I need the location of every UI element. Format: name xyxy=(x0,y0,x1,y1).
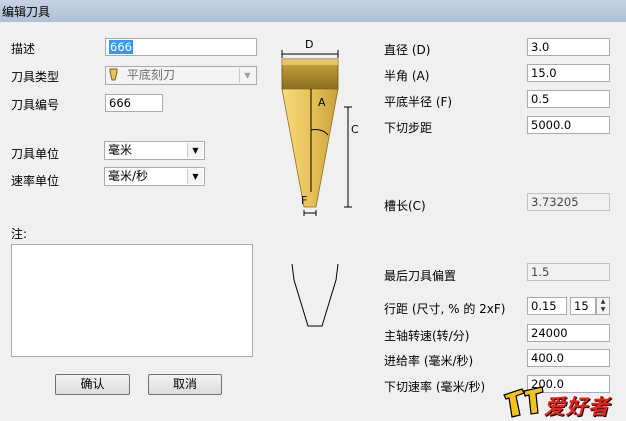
stepover-spinner[interactable]: ▲ ▼ xyxy=(596,297,610,315)
tool-type-value: 平底刻刀 xyxy=(126,68,175,82)
tool-cutting-body xyxy=(281,88,339,208)
plunge-step-input[interactable]: 5000.0 xyxy=(527,116,610,134)
chevron-down-icon: ▼ xyxy=(239,68,255,83)
edit-tool-dialog: 描述 666 刀具类型 平底刻刀 ▼ 刀具编号 666 刀具单位 毫米 ▼ 速率… xyxy=(0,22,626,421)
plunge-rate-label: 下切速率 (毫米/秒) xyxy=(384,380,486,394)
tool-type-label: 刀具类型 xyxy=(11,70,60,84)
stepover-input[interactable]: 0.15 xyxy=(527,297,567,315)
spindle-speed-input[interactable]: 24000 xyxy=(527,324,610,342)
watermark-text: 爱好者 xyxy=(544,394,610,419)
chevron-down-icon: ▼ xyxy=(187,169,203,184)
half-angle-input[interactable]: 15.0 xyxy=(527,64,610,82)
tool-profile-outline xyxy=(291,263,339,327)
description-input[interactable]: 666 xyxy=(105,38,257,56)
spin-down-icon[interactable]: ▼ xyxy=(597,306,609,314)
last-offset-field: 1.5 xyxy=(527,263,610,281)
description-value: 666 xyxy=(109,40,133,54)
spin-up-icon[interactable]: ▲ xyxy=(597,298,609,306)
stepover-percent-input[interactable]: 15 xyxy=(570,297,596,315)
diameter-label: 直径 (D) xyxy=(384,43,431,57)
stepover-label: 行距 (尺寸, % 的 2xF) xyxy=(384,302,506,316)
flat-engraver-icon xyxy=(109,67,119,84)
tool-unit-select[interactable]: 毫米 ▼ xyxy=(104,141,205,160)
last-offset-label: 最后刀具偏置 xyxy=(384,269,457,283)
flat-radius-input[interactable]: 0.5 xyxy=(527,90,610,108)
ok-button[interactable]: 确认 xyxy=(55,374,130,395)
description-label: 描述 xyxy=(11,42,36,56)
notes-textarea[interactable] xyxy=(11,244,253,357)
tool-unit-value: 毫米 xyxy=(108,143,133,157)
cancel-button[interactable]: 取消 xyxy=(148,374,222,395)
half-angle-label: 半角 (A) xyxy=(384,69,430,83)
flat-radius-label: 平底半径 (F) xyxy=(384,95,453,109)
spindle-speed-label: 主轴转速(转/分) xyxy=(384,329,470,343)
plunge-step-label: 下切步距 xyxy=(384,121,433,135)
diameter-d-label: D xyxy=(305,38,314,51)
flute-c-label: C xyxy=(351,123,359,136)
window-title: 编辑刀具 xyxy=(2,5,51,19)
tool-type-select[interactable]: 平底刻刀 ▼ xyxy=(105,66,257,85)
tool-number-input[interactable]: 666 xyxy=(105,94,163,112)
feed-rate-input[interactable]: 400.0 xyxy=(527,349,610,367)
feed-rate-label: 进给率 (毫米/秒) xyxy=(384,354,474,368)
tool-unit-label: 刀具单位 xyxy=(11,147,60,161)
flute-length-label: 槽长(C) xyxy=(384,199,426,213)
flute-length-field: 3.73205 xyxy=(527,193,610,211)
tool-diagram xyxy=(281,50,352,327)
half-angle-a-label: A xyxy=(318,96,326,109)
rate-unit-label: 速率单位 xyxy=(11,174,60,188)
title-bar[interactable]: 编辑刀具 xyxy=(0,0,626,23)
tool-number-label: 刀具编号 xyxy=(11,98,60,112)
chevron-down-icon: ▼ xyxy=(187,143,203,158)
rate-unit-value: 毫米/秒 xyxy=(108,169,149,183)
rate-unit-select[interactable]: 毫米/秒 ▼ xyxy=(104,167,205,186)
notes-label: 注: xyxy=(11,227,28,241)
flat-f-label: F xyxy=(301,194,308,207)
diameter-input[interactable]: 3.0 xyxy=(527,38,610,56)
